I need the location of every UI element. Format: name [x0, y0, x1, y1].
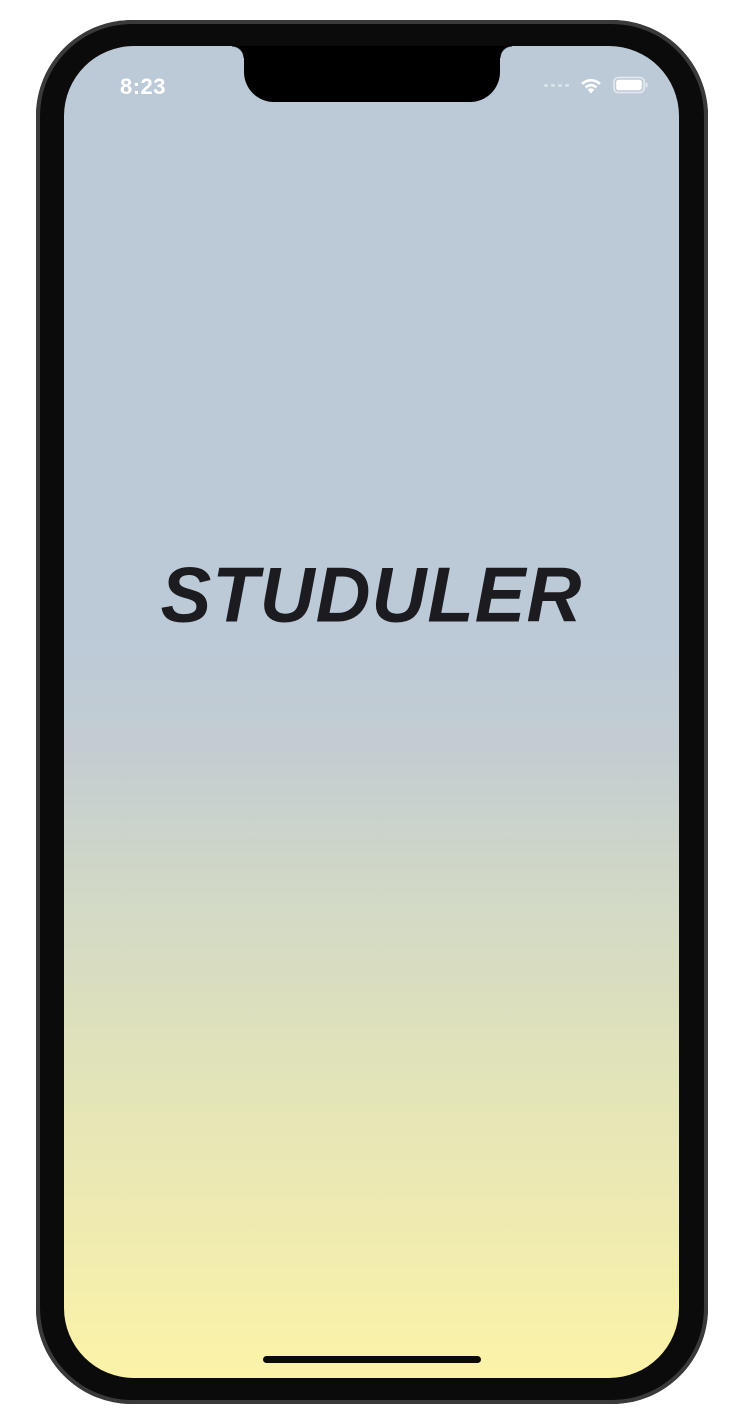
- status-time: 8:23: [120, 74, 167, 99]
- status-indicators: [544, 76, 649, 94]
- notch: [232, 46, 512, 102]
- battery-icon: [613, 76, 649, 94]
- home-indicator[interactable]: [263, 1356, 481, 1363]
- wifi-icon: [579, 76, 603, 94]
- splash-screen: 8:23 STUDULER: [64, 46, 679, 1378]
- app-title: STUDULER: [160, 552, 583, 639]
- cellular-signal-icon: [544, 83, 569, 87]
